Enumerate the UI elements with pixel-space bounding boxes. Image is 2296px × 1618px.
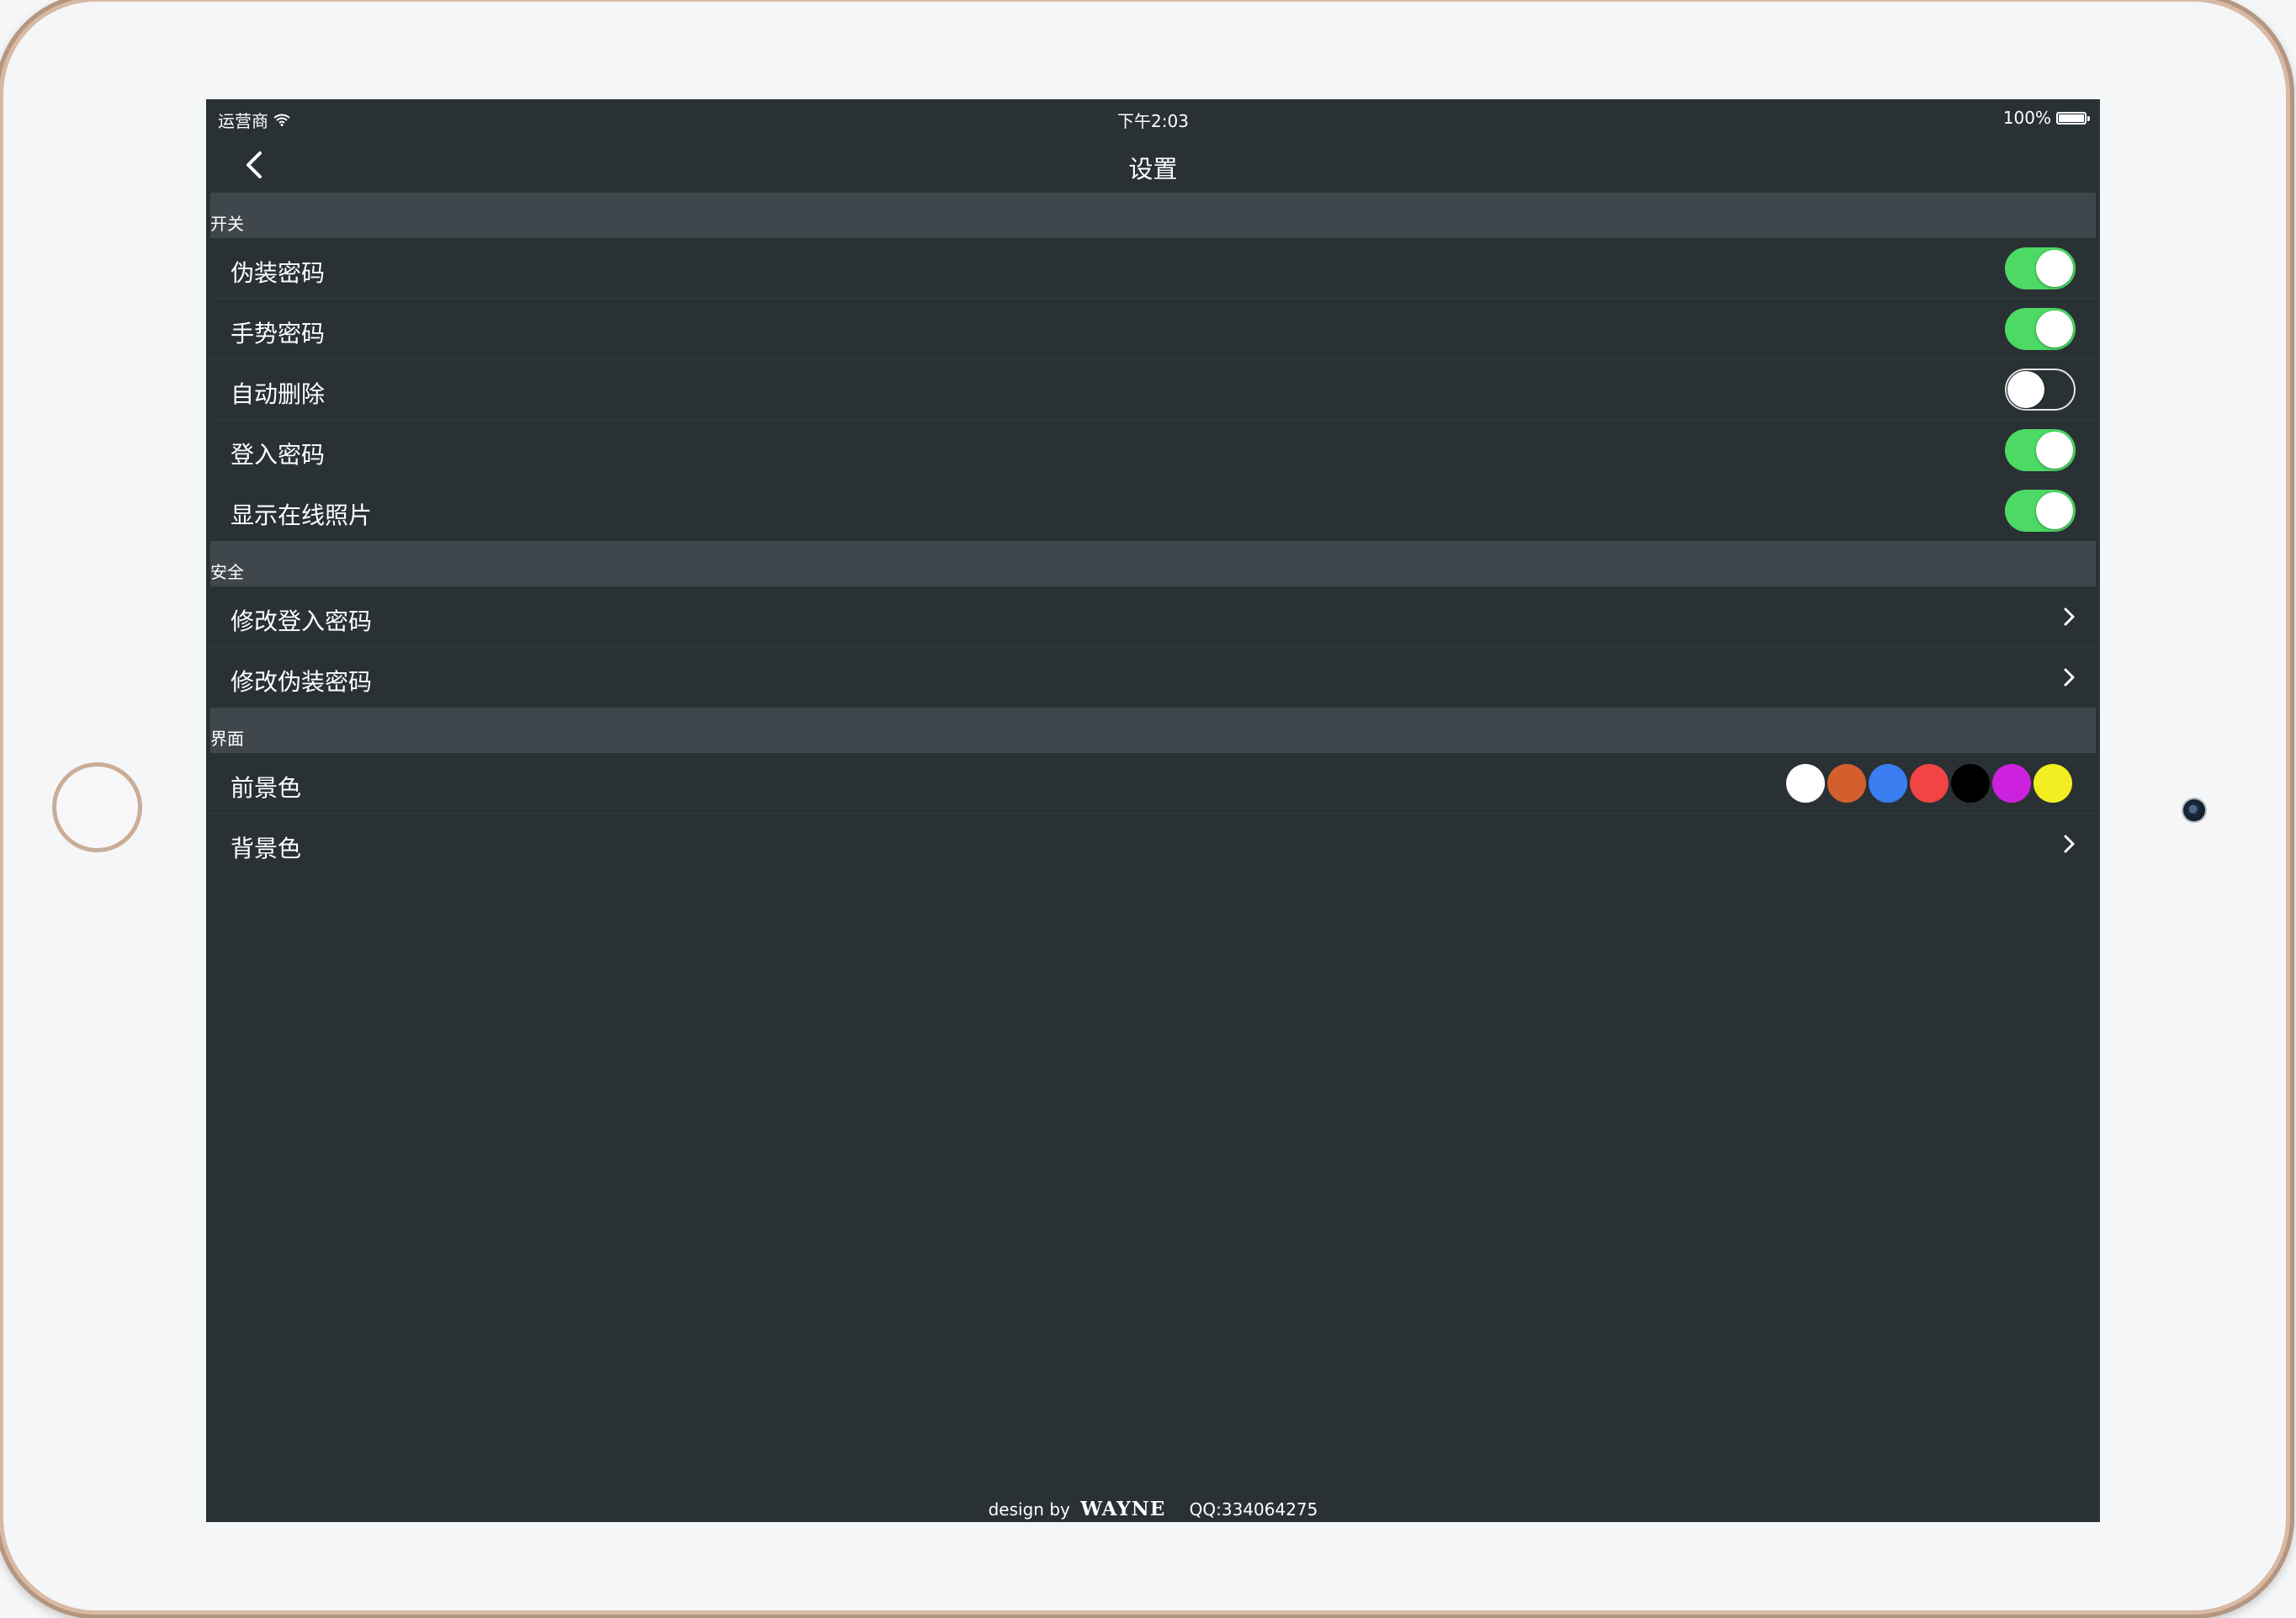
color-swatch-list bbox=[1786, 764, 2072, 803]
row-change-login-password[interactable]: 修改登入密码 bbox=[210, 586, 2096, 647]
app-screen: 运营商 下午2:03 100% 设置 开关 伪装密码 手势密码 自动删除 登入密… bbox=[206, 99, 2100, 1522]
color-swatch-4[interactable] bbox=[1951, 764, 1990, 803]
battery-percent: 100% bbox=[2002, 108, 2051, 128]
home-button[interactable] bbox=[52, 762, 142, 852]
row-disguise-password: 伪装密码 bbox=[210, 238, 2096, 299]
disguise-password-toggle[interactable] bbox=[2005, 247, 2076, 289]
section-header-interface: 界面 bbox=[210, 708, 2096, 753]
row-login-password: 登入密码 bbox=[210, 420, 2096, 480]
section-title: 界面 bbox=[210, 729, 244, 749]
row-gesture-password: 手势密码 bbox=[210, 299, 2096, 359]
gesture-password-toggle[interactable] bbox=[2005, 308, 2076, 350]
ipad-frame: 运营商 下午2:03 100% 设置 开关 伪装密码 手势密码 自动删除 登入密… bbox=[3, 2, 2286, 1610]
chevron-left-icon bbox=[247, 151, 262, 178]
row-label: 手势密码 bbox=[231, 320, 326, 347]
auto-delete-toggle[interactable] bbox=[2005, 369, 2076, 411]
back-button[interactable] bbox=[238, 146, 272, 183]
page-title: 设置 bbox=[1128, 155, 1178, 183]
chevron-right-icon bbox=[2064, 668, 2075, 687]
front-camera bbox=[2183, 799, 2205, 821]
section-title: 安全 bbox=[210, 562, 244, 582]
status-bar: 运营商 下午2:03 100% bbox=[206, 99, 2100, 138]
footer-brand: WAYNE bbox=[1080, 1498, 1166, 1520]
settings-table: 开关 伪装密码 手势密码 自动删除 登入密码 显示在线照片 安全 修改登入密码 … bbox=[210, 193, 2096, 874]
row-foreground-color: 前景色 bbox=[210, 753, 2096, 814]
row-label: 背景色 bbox=[231, 835, 302, 862]
color-swatch-1[interactable] bbox=[1827, 764, 1866, 803]
section-header-switches: 开关 bbox=[210, 193, 2096, 238]
color-swatch-2[interactable] bbox=[1869, 764, 1907, 803]
login-password-toggle[interactable] bbox=[2005, 429, 2076, 471]
row-label: 登入密码 bbox=[231, 441, 326, 469]
row-label: 自动删除 bbox=[231, 380, 326, 408]
chevron-right-icon bbox=[2064, 607, 2075, 626]
show-online-photos-toggle[interactable] bbox=[2005, 490, 2076, 532]
navigation-bar: 设置 bbox=[206, 138, 2100, 192]
color-swatch-6[interactable] bbox=[2034, 764, 2072, 803]
status-time: 下午2:03 bbox=[1117, 111, 1189, 131]
section-header-security: 安全 bbox=[210, 541, 2096, 586]
chevron-right-icon bbox=[2064, 835, 2075, 853]
row-show-online-photos: 显示在线照片 bbox=[210, 480, 2096, 541]
row-change-disguise-password[interactable]: 修改伪装密码 bbox=[210, 647, 2096, 708]
row-label: 显示在线照片 bbox=[231, 501, 373, 529]
section-title: 开关 bbox=[210, 214, 244, 234]
battery-icon bbox=[2056, 111, 2090, 125]
footer-qq: QQ:334064275 bbox=[1189, 1499, 1318, 1520]
row-label: 修改伪装密码 bbox=[231, 668, 373, 696]
row-auto-delete: 自动删除 bbox=[210, 359, 2096, 420]
color-swatch-5[interactable] bbox=[1992, 764, 2031, 803]
row-label: 修改登入密码 bbox=[231, 607, 373, 635]
row-label: 伪装密码 bbox=[231, 259, 326, 287]
row-label: 前景色 bbox=[231, 774, 302, 802]
color-swatch-3[interactable] bbox=[1910, 764, 1949, 803]
footer-prefix: design by bbox=[988, 1499, 1070, 1520]
color-swatch-0[interactable] bbox=[1786, 764, 1825, 803]
footer-credit: design by WAYNE QQ:334064275 bbox=[206, 1498, 2100, 1520]
row-background-color[interactable]: 背景色 bbox=[210, 814, 2096, 874]
